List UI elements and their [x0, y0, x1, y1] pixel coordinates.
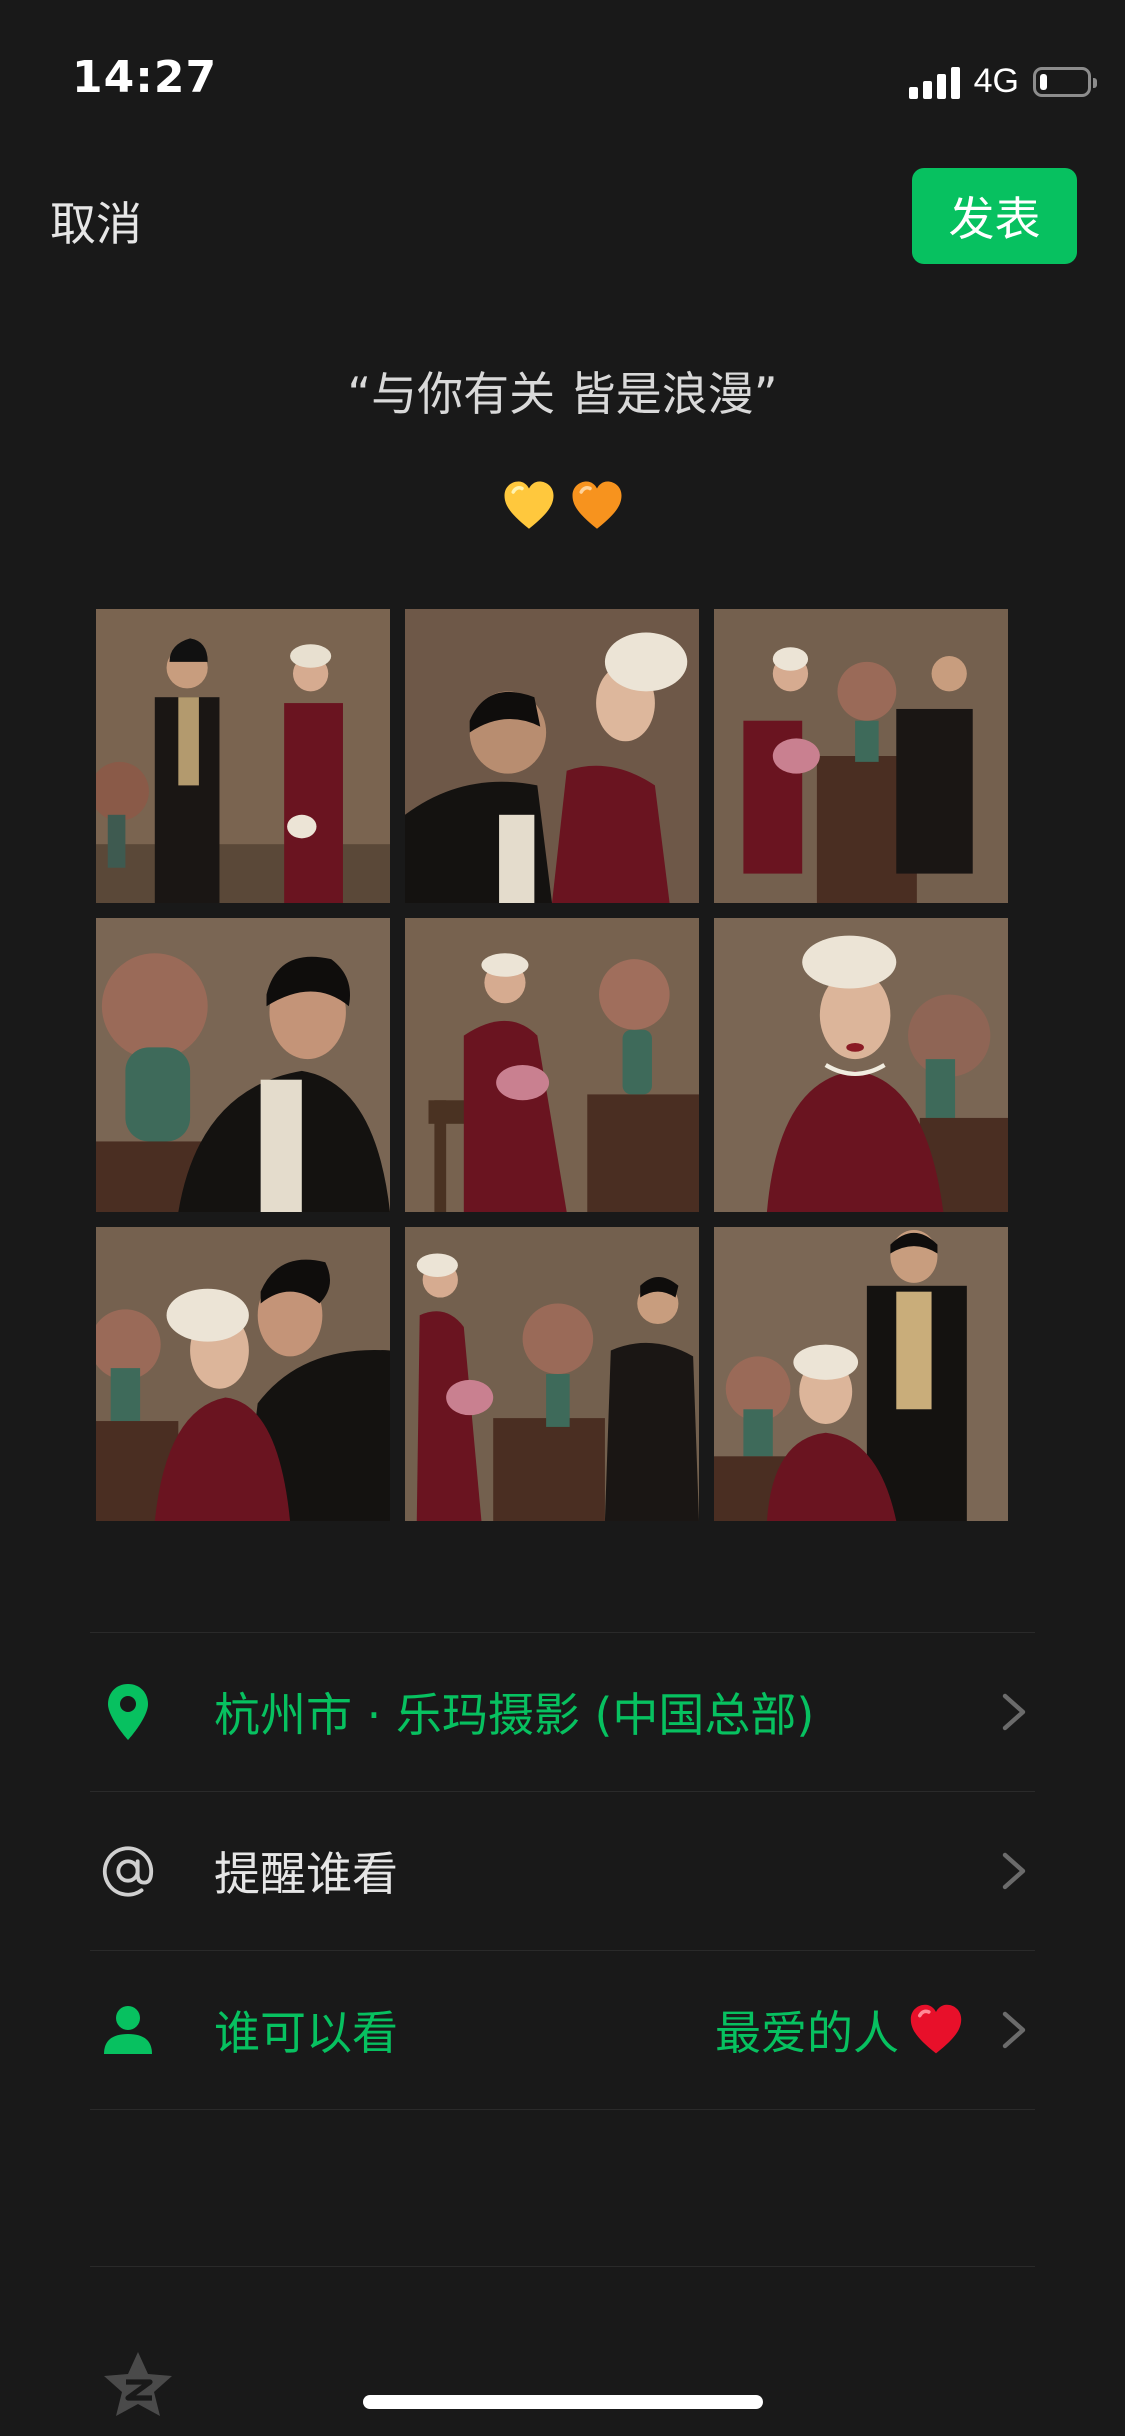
qzone-star-icon[interactable] [98, 2346, 178, 2426]
yellow-heart-icon [504, 481, 553, 529]
photo-6[interactable] [714, 918, 1008, 1212]
visibility-value: 最爱的人 [715, 1997, 965, 2063]
location-row[interactable]: 杭州市 · 乐玛摄影 (中国总部) [90, 1633, 1035, 1791]
photo-4[interactable] [96, 918, 390, 1212]
photo-2[interactable] [405, 609, 699, 903]
network-type: 4G [973, 62, 1019, 100]
battery-icon [1033, 66, 1097, 97]
visibility-row[interactable]: 谁可以看 最爱的人 [90, 1951, 1035, 2109]
photo-1[interactable] [96, 609, 390, 903]
photo-8[interactable] [405, 1227, 699, 1521]
publish-button[interactable]: 发表 [912, 168, 1077, 264]
divider [90, 2109, 1035, 2110]
caption-emoji-row [0, 478, 1125, 534]
red-heart-icon [910, 2004, 962, 2054]
status-bar: 14:27 4G [0, 0, 1125, 150]
orange-heart-icon [572, 481, 621, 529]
at-sign-icon [98, 1841, 158, 1901]
photo-9[interactable] [714, 1227, 1008, 1521]
chevron-right-icon [1002, 2011, 1026, 2049]
chevron-right-icon [1002, 1693, 1026, 1731]
chevron-right-icon [1002, 1852, 1026, 1890]
post-caption[interactable]: “与你有关 皆是浪漫” [0, 358, 1125, 424]
mention-row[interactable]: 提醒谁看 [90, 1792, 1035, 1950]
mention-label: 提醒谁看 [214, 1847, 398, 1901]
photo-grid [96, 609, 1008, 1521]
divider [90, 2266, 1035, 2267]
location-pin-icon [98, 1682, 158, 1742]
home-indicator [363, 2395, 763, 2409]
signal-icon [908, 65, 960, 99]
location-label: 杭州市 · 乐玛摄影 (中国总部) [214, 1688, 815, 1742]
visibility-value-text: 最爱的人 [715, 2006, 899, 2060]
status-time: 14:27 [72, 52, 218, 103]
photo-3[interactable] [714, 609, 1008, 903]
photo-7[interactable] [96, 1227, 390, 1521]
battery-level [1040, 73, 1047, 90]
post-options: 杭州市 · 乐玛摄影 (中国总部) 提醒谁看 谁可以看 最爱的人 [90, 1632, 1035, 2110]
photo-5[interactable] [405, 918, 699, 1212]
cancel-button[interactable]: 取消 [50, 188, 142, 254]
visibility-label: 谁可以看 [214, 2006, 398, 2060]
status-indicators: 4G [908, 62, 1097, 101]
person-icon [98, 2000, 158, 2060]
